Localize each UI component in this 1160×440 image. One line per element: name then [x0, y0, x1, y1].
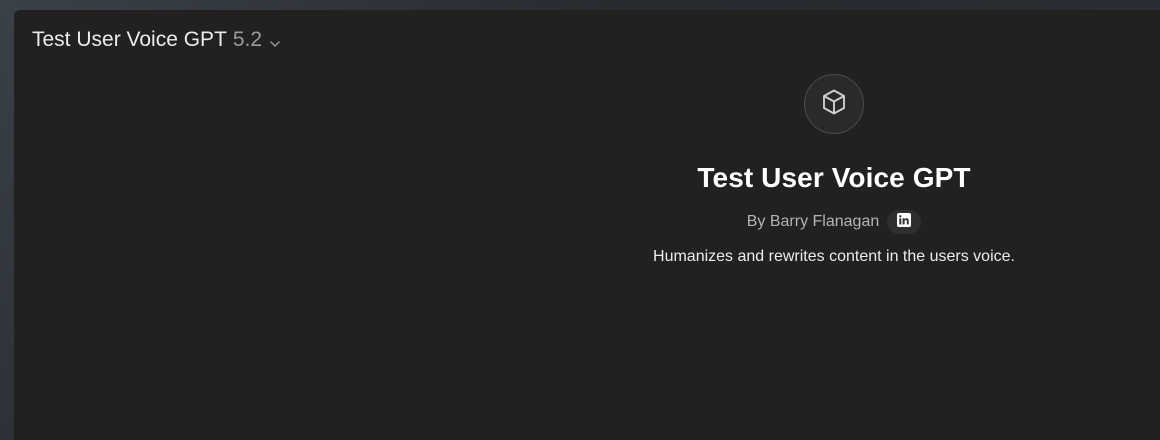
author-row: By Barry Flanagan [747, 210, 922, 234]
model-name: Test User Voice GPT [32, 28, 227, 51]
gpt-avatar [804, 74, 864, 134]
chevron-down-icon [268, 33, 282, 47]
gpt-description: Humanizes and rewrites content in the us… [653, 248, 1015, 265]
linkedin-icon [897, 212, 912, 232]
chat-window: Test User Voice GPT 5.2 Test User Voice … [14, 10, 1160, 440]
cube-icon [819, 87, 849, 122]
gpt-info-panel: Test User Voice GPT By Barry Flanagan Hu… [534, 74, 1134, 266]
desktop-backdrop: Test User Voice GPT 5.2 Test User Voice … [0, 0, 1160, 440]
model-switcher-button[interactable]: Test User Voice GPT 5.2 [28, 26, 286, 54]
author-name: By Barry Flanagan [746, 213, 880, 230]
gpt-title: Test User Voice GPT [697, 162, 971, 193]
linkedin-link[interactable] [887, 210, 922, 234]
model-version: 5.2 [232, 28, 263, 51]
